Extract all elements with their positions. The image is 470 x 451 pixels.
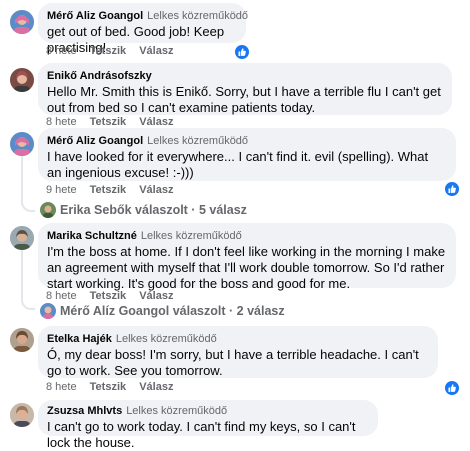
- comment-bubble: Enikő Andrásofszky Hello Mr. Smith this …: [38, 63, 452, 115]
- like-link[interactable]: Tetszik: [90, 116, 126, 128]
- reply-link[interactable]: Válasz: [139, 116, 173, 128]
- comment-author[interactable]: Enikő Andrásofszky: [47, 70, 152, 82]
- comment-author[interactable]: Marika Schultzné: [47, 230, 137, 242]
- comment-author[interactable]: Etelka Hajék: [47, 333, 112, 345]
- like-link[interactable]: Tetszik: [90, 290, 126, 302]
- thread-curve: [21, 200, 35, 212]
- comment-author[interactable]: Zsuzsa Mhlvts: [47, 405, 122, 417]
- contributor-badge: Lelkes közreműködő: [115, 333, 217, 345]
- avatar[interactable]: [10, 226, 34, 250]
- like-link[interactable]: Tetszik: [90, 381, 126, 393]
- reply-link[interactable]: Válasz: [139, 290, 173, 302]
- reply-link[interactable]: Válasz: [139, 184, 173, 196]
- comment-actions: 8 hete Tetszik Válasz: [46, 290, 183, 302]
- contributor-badge: Lelkes közreműködő: [140, 230, 242, 242]
- contributor-badge: Lelkes közreműködő: [126, 405, 228, 417]
- comment-bubble: Zsuzsa Mhlvts Lelkes közreműködő I can't …: [38, 400, 378, 450]
- replier-avatar: [40, 202, 56, 218]
- like-reaction-icon[interactable]: [234, 44, 250, 60]
- replier-avatar: [40, 303, 56, 319]
- reply-link[interactable]: Válasz: [139, 45, 173, 57]
- comment-time[interactable]: 8 hete: [46, 290, 77, 302]
- thread-line: [21, 250, 23, 302]
- like-link[interactable]: Tetszik: [90, 184, 126, 196]
- comment-actions: 9 hete Tetszik Válasz: [46, 184, 183, 196]
- comment-text: I'm the boss at home. If I don't feel li…: [47, 244, 446, 291]
- like-reaction-icon[interactable]: [444, 181, 460, 197]
- avatar[interactable]: [10, 132, 34, 156]
- avatar[interactable]: [10, 328, 34, 352]
- replies-summary[interactable]: Erika Sebők válaszolt · 5 válasz: [60, 203, 247, 217]
- comment-author[interactable]: Mérő Aliz Goangol: [47, 135, 143, 147]
- comment-author[interactable]: Mérő Aliz Goangol: [47, 10, 143, 22]
- comment-bubble: Mérő Aliz Goangol Lelkes közreműködő I ha…: [38, 128, 456, 181]
- view-replies-link[interactable]: Erika Sebők válaszolt · 5 válasz: [40, 202, 247, 218]
- view-replies-link[interactable]: Mérő Alíz Goangol válaszolt · 2 válasz: [40, 303, 285, 319]
- comment-text: I have looked for it everywhere... I can…: [47, 149, 429, 180]
- comment-text: Ó, my dear boss! I'm sorry, but I have a…: [47, 347, 419, 378]
- comment-text: I can't go to work today. I can't find m…: [47, 419, 356, 450]
- comment-text: Hello Mr. Smith this is Enikő. Sorry, bu…: [47, 84, 441, 115]
- comment-actions: 8 hete Tetszik Válasz: [46, 116, 183, 128]
- comment-time[interactable]: 8 hete: [46, 381, 77, 393]
- avatar[interactable]: [10, 10, 34, 34]
- reply-link[interactable]: Válasz: [139, 381, 173, 393]
- comment-bubble: Mérő Aliz Goangol Lelkes közreműködő get …: [38, 3, 249, 55]
- like-link[interactable]: Tetszik: [90, 45, 126, 57]
- replies-summary[interactable]: Mérő Alíz Goangol válaszolt · 2 válasz: [60, 304, 285, 318]
- avatar[interactable]: [10, 68, 34, 92]
- comment-time[interactable]: 9 hete: [46, 184, 77, 196]
- comment-bubble: Etelka Hajék Lelkes közreműködő Ó, my dea…: [38, 326, 438, 378]
- thread-line: [21, 156, 23, 204]
- contributor-badge: Lelkes közreműködő: [147, 10, 249, 22]
- avatar[interactable]: [10, 403, 34, 427]
- thread-curve: [21, 298, 35, 310]
- comment-time[interactable]: 8 hete: [46, 45, 77, 57]
- comment-actions: 8 hete Tetszik Válasz: [46, 381, 183, 393]
- like-reaction-icon[interactable]: [444, 380, 460, 396]
- comment-bubble: Marika Schultzné Lelkes közreműködő I'm t…: [38, 223, 456, 291]
- comment-actions: 8 hete Tetszik Válasz: [46, 45, 183, 57]
- contributor-badge: Lelkes közreműködő: [147, 135, 249, 147]
- comment-time[interactable]: 8 hete: [46, 116, 77, 128]
